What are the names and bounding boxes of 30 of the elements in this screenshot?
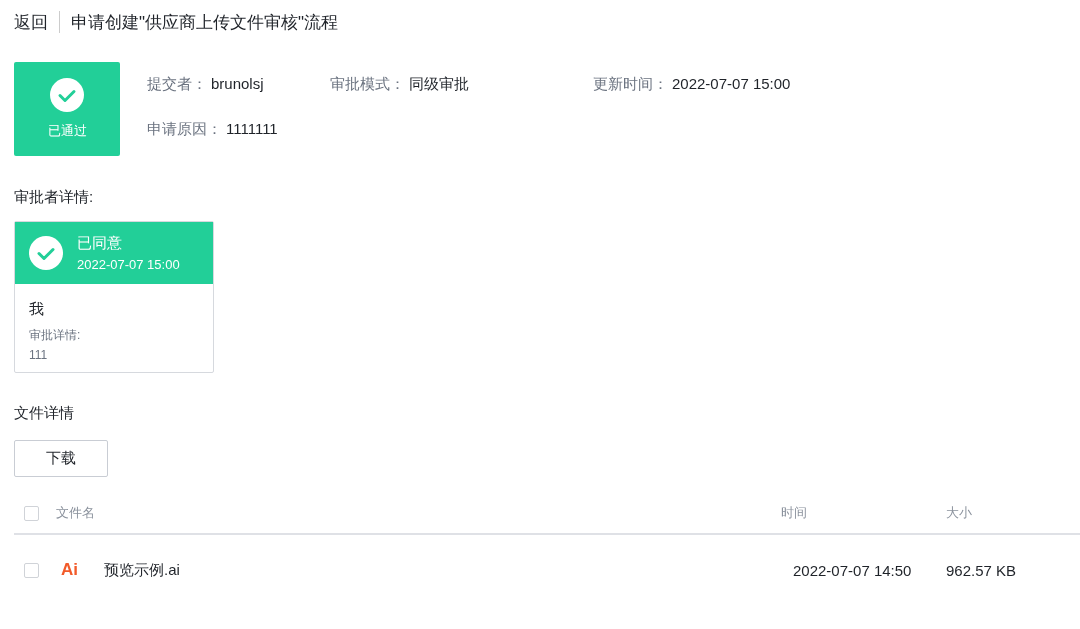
checkbox[interactable] (24, 505, 39, 521)
field-value: 1111111 (226, 120, 278, 139)
detail-text: 111 (29, 348, 49, 362)
checkbox[interactable] (24, 562, 39, 578)
file-type-icon: Ai (61, 560, 78, 580)
field-label: 申请原因： (147, 120, 222, 139)
field-value: brunolsj (211, 75, 264, 94)
detail-label: 审批详情: (29, 327, 82, 344)
check-icon (29, 236, 63, 270)
section-title: 文件详情 (14, 404, 75, 423)
field-label: 审批模式： (330, 75, 405, 94)
table-cell-text: 962.57 KB (946, 561, 1018, 579)
download-button[interactable]: 下载 (14, 440, 108, 477)
field-value: 同级审批 (409, 75, 469, 94)
approver-status: 已同意 (77, 234, 123, 253)
field-value: 2022-07-07 15:00 (672, 75, 791, 94)
back-link[interactable]: 返回 (14, 10, 48, 34)
approver-name: 我 (29, 300, 45, 319)
table-cell-text: 2022-07-07 14:50 (793, 561, 913, 579)
field-label: 更新时间： (593, 75, 668, 94)
status-label: 已通过 (47, 122, 87, 140)
column-header: 时间 (781, 504, 808, 522)
column-header: 大小 (946, 504, 973, 522)
page-title: 申请创建"供应商上传文件审核"流程 (71, 11, 339, 34)
column-header: 文件名 (56, 504, 96, 522)
check-icon (50, 78, 84, 112)
section-title: 审批者详情: (14, 188, 95, 207)
field-label: 提交者： (147, 75, 207, 94)
file-name: 预览示例.ai (104, 560, 181, 580)
approval-time: 2022-07-07 15:00 (77, 257, 180, 272)
